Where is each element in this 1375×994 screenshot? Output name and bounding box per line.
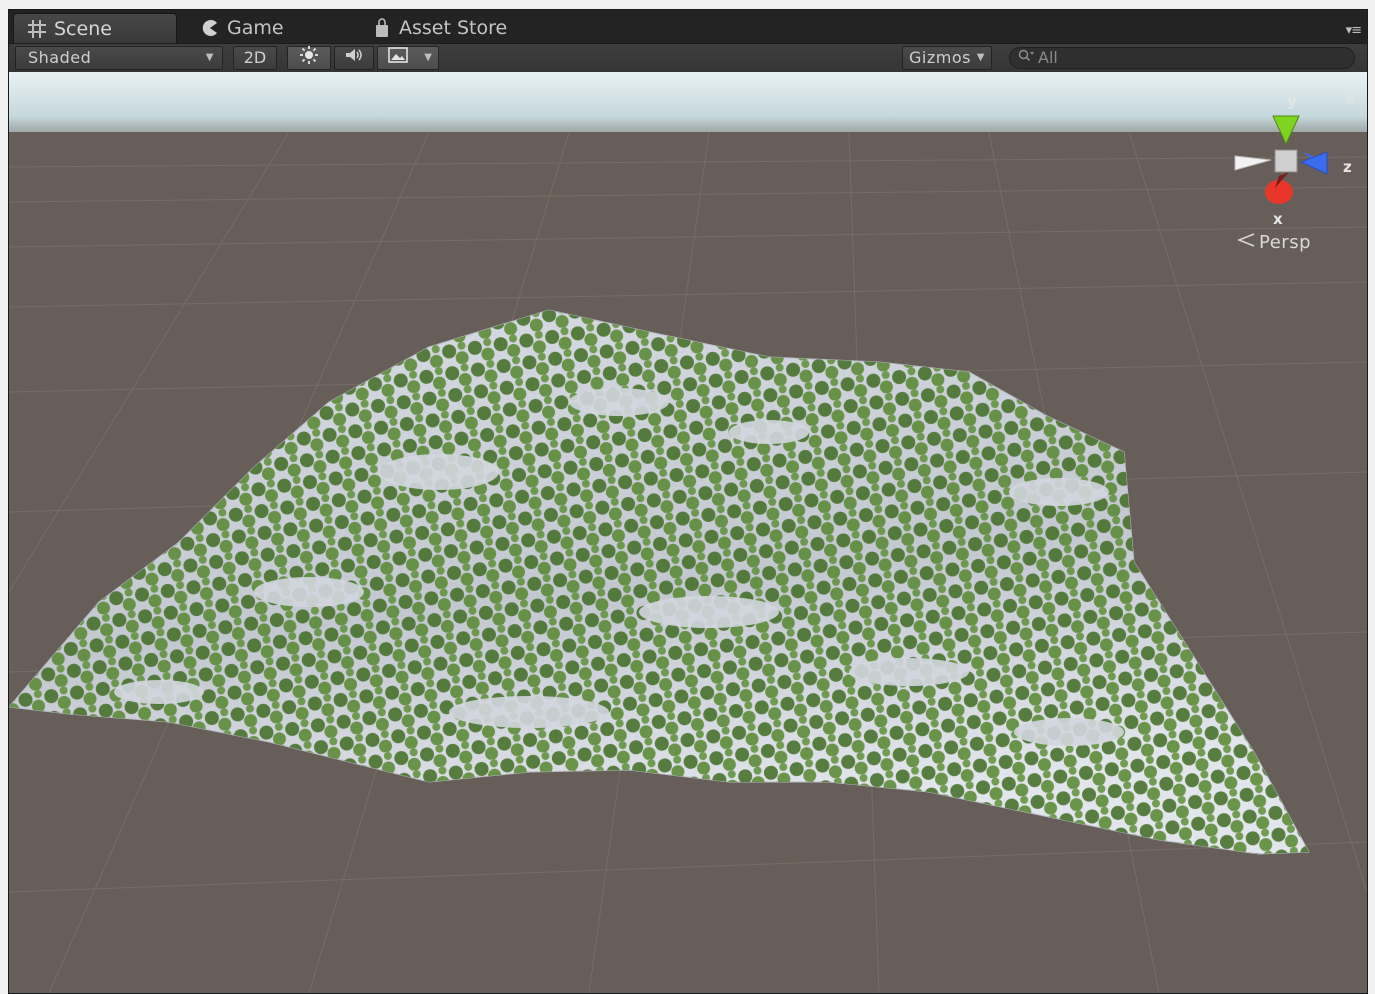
speaker-icon bbox=[343, 46, 365, 71]
tab-scene[interactable]: Scene bbox=[13, 13, 177, 43]
grid-icon bbox=[26, 18, 48, 40]
gizmos-dropdown[interactable]: Gizmos ▼ bbox=[902, 46, 992, 70]
chevron-down-icon[interactable]: ▼ bbox=[424, 46, 432, 70]
2d-toggle-button[interactable]: 2D bbox=[233, 46, 277, 70]
scene-view-window: Scene Game Asset Store ▾≡ Shaded ▼ 2D ▼ … bbox=[8, 9, 1368, 994]
tab-bar: Scene Game Asset Store ▾≡ bbox=[9, 10, 1367, 43]
tab-asset-store[interactable]: Asset Store bbox=[359, 13, 549, 43]
y-axis-label: y bbox=[1287, 92, 1297, 110]
gizmos-label: Gizmos bbox=[909, 48, 971, 67]
tab-game-label: Game bbox=[227, 17, 284, 39]
2d-toggle-label: 2D bbox=[243, 48, 267, 67]
lock-icon[interactable] bbox=[1345, 92, 1355, 104]
perspective-icon bbox=[1236, 232, 1255, 253]
tab-menu-icon[interactable]: ▾≡ bbox=[1346, 23, 1362, 38]
pacman-icon bbox=[199, 17, 221, 39]
bag-icon bbox=[371, 17, 393, 39]
tab-asset-store-label: Asset Store bbox=[399, 17, 508, 39]
search-icon bbox=[1018, 48, 1034, 68]
sun-icon bbox=[299, 45, 319, 72]
tab-game[interactable]: Game bbox=[187, 13, 357, 43]
scene-viewport[interactable]: y z x Persp bbox=[9, 72, 1367, 993]
chevron-down-icon: ▼ bbox=[205, 52, 214, 63]
scene-toolbar: Shaded ▼ 2D ▼ Gizmos ▼ All bbox=[9, 43, 1367, 73]
audio-toggle-button[interactable] bbox=[334, 46, 374, 70]
draw-mode-label: Shaded bbox=[28, 48, 92, 67]
search-placeholder: All bbox=[1038, 48, 1058, 67]
tab-scene-label: Scene bbox=[54, 17, 112, 40]
draw-mode-dropdown[interactable]: Shaded ▼ bbox=[15, 46, 223, 70]
x-axis-label: x bbox=[1273, 210, 1283, 228]
effects-toggle-button[interactable]: ▼ bbox=[377, 46, 439, 70]
projection-toggle[interactable]: Persp bbox=[1236, 232, 1311, 253]
lighting-toggle-button[interactable] bbox=[287, 45, 331, 72]
scene-render bbox=[9, 72, 1367, 993]
search-input[interactable]: All bbox=[1009, 47, 1355, 69]
chevron-down-icon: ▼ bbox=[976, 52, 985, 63]
image-icon bbox=[388, 46, 408, 70]
z-axis-label: z bbox=[1343, 158, 1352, 176]
projection-label: Persp bbox=[1259, 232, 1311, 253]
